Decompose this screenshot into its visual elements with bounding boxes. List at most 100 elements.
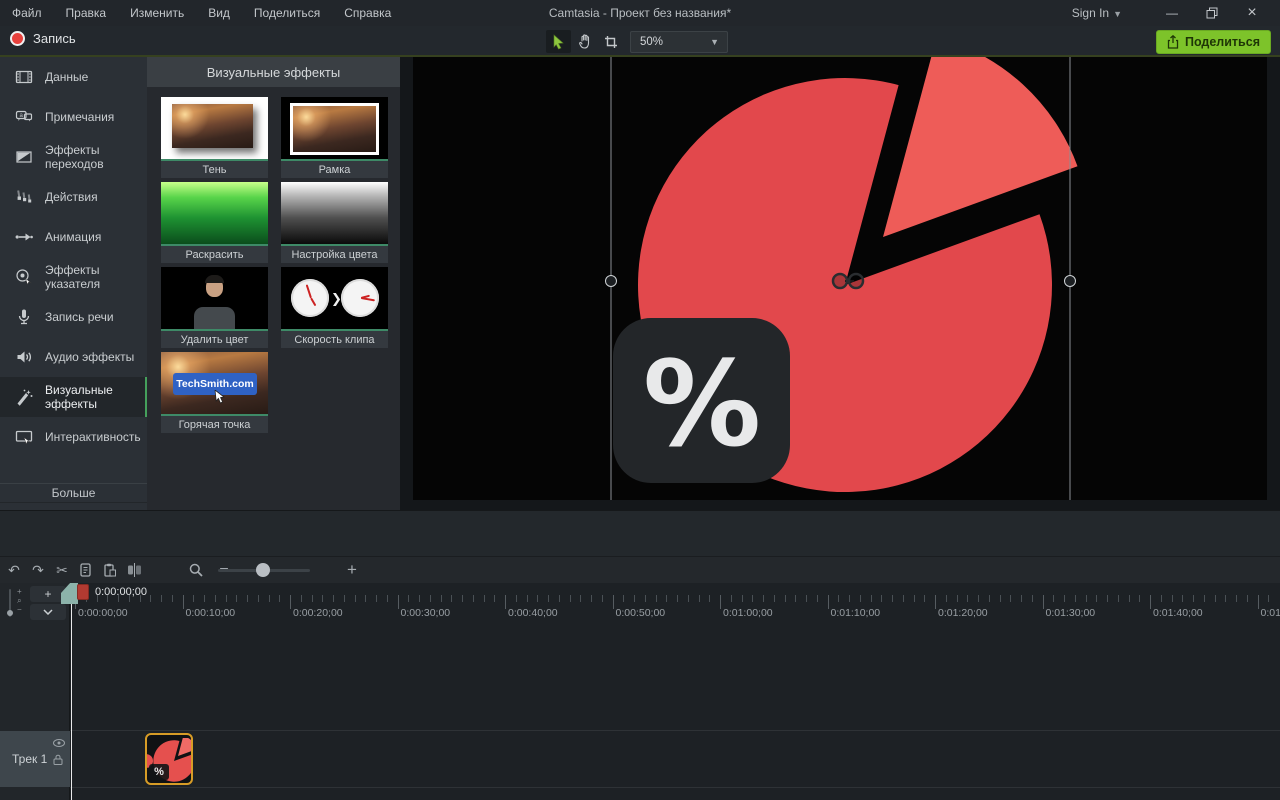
- ruler-tick: [742, 595, 743, 602]
- sign-in-button[interactable]: Sign In▼: [1072, 6, 1122, 20]
- record-button[interactable]: Запись: [10, 31, 76, 46]
- pan-tool-button[interactable]: [572, 30, 597, 53]
- ruler-tick: [978, 595, 979, 602]
- sidebar-item-voice-narration[interactable]: Запись речи: [0, 297, 147, 337]
- effect-tile-coloradjust[interactable]: Настройка цвета: [281, 182, 388, 263]
- animations-icon: [14, 227, 34, 247]
- ruler-tick: [989, 595, 990, 602]
- sidebar-item-animations[interactable]: Анимация: [0, 217, 147, 257]
- sidebar-item-visual-effects[interactable]: Визуальные эффекты: [0, 377, 147, 417]
- share-button[interactable]: Поделиться: [1156, 30, 1271, 54]
- cut-button[interactable]: ✂: [50, 559, 74, 581]
- selection-right-handle[interactable]: [1065, 276, 1076, 287]
- menu-item[interactable]: Поделиться: [254, 6, 320, 20]
- paste-button[interactable]: [98, 559, 122, 581]
- canvas-zoom-dropdown[interactable]: 50% ▼: [630, 31, 728, 53]
- playhead-marker[interactable]: [77, 584, 89, 600]
- ruler-tick: [795, 595, 796, 602]
- ruler-tick: [1075, 595, 1076, 602]
- effect-thumbnail: ❯: [281, 267, 388, 331]
- ruler-tick: [441, 595, 442, 602]
- redo-button[interactable]: ↷: [26, 559, 50, 581]
- copy-button[interactable]: [74, 559, 98, 581]
- collapse-tracks-button[interactable]: [30, 604, 66, 620]
- ruler-tick: [677, 595, 678, 602]
- sidebar-item-audio-effects[interactable]: Аудио эффекты: [0, 337, 147, 377]
- menu-item[interactable]: Вид: [208, 6, 230, 20]
- track-lock-icon[interactable]: [53, 754, 63, 765]
- track-divider: [70, 787, 1280, 788]
- ruler-tick: [1043, 595, 1044, 609]
- playhead-line[interactable]: [71, 583, 72, 800]
- ruler-tick: [752, 595, 753, 602]
- sidebar-item-label: Примечания: [45, 110, 114, 124]
- effect-tile-frame[interactable]: Рамка: [281, 97, 388, 178]
- sidebar-more-button[interactable]: Больше: [0, 483, 147, 503]
- effect-tile-shadow[interactable]: Тень: [161, 97, 268, 178]
- menu-items: Файл Правка Изменить Вид Поделиться Справка: [0, 6, 391, 20]
- split-icon: [127, 563, 142, 577]
- sidebar-item-label: Эффекты указателя: [45, 263, 147, 291]
- menu-item[interactable]: Справка: [344, 6, 391, 20]
- center-anchor-handle[interactable]: [849, 274, 863, 288]
- sidebar-item-behaviors[interactable]: Действия: [0, 177, 147, 217]
- ruler-tick: [1053, 595, 1054, 602]
- media-icon: [14, 67, 34, 87]
- ruler-tick: [183, 595, 184, 609]
- menu-item[interactable]: Файл: [12, 6, 42, 20]
- ruler-tick: [946, 595, 947, 602]
- ruler-tick: [623, 595, 624, 602]
- copy-icon: [79, 563, 93, 577]
- track-visibility-eye-icon[interactable]: [53, 739, 65, 747]
- ruler-time-label: 0:01:50;00: [1261, 607, 1280, 619]
- voice-narration-icon: [14, 307, 34, 327]
- split-button[interactable]: [122, 559, 146, 581]
- audio-effects-icon: [14, 347, 34, 367]
- sidebar-item-annotations[interactable]: aПримечания: [0, 97, 147, 137]
- sidebar-item-cursor-effects[interactable]: Эффекты указателя: [0, 257, 147, 297]
- ruler-tick: [828, 595, 829, 609]
- selection-left-handle[interactable]: [606, 276, 617, 287]
- track-header[interactable]: Трек 1: [0, 731, 70, 787]
- rotation-handle[interactable]: [833, 274, 847, 288]
- menu-item[interactable]: Изменить: [130, 6, 184, 20]
- track-zoom-mini[interactable]: +⌕−: [17, 587, 22, 614]
- ruler-time-label: 0:00:00;00: [78, 607, 128, 619]
- ruler-tick: [559, 595, 560, 602]
- sidebar-item-transitions[interactable]: Эффекты переходов: [0, 137, 147, 177]
- ruler-tick: [398, 595, 399, 609]
- effect-tile-removecolor[interactable]: Удалить цвет: [161, 267, 268, 348]
- timeline-zoom-button[interactable]: [184, 559, 208, 581]
- restore-button[interactable]: [1192, 0, 1232, 26]
- pie-chart-media[interactable]: %: [413, 57, 1267, 500]
- sidebar-item-media[interactable]: Данные: [0, 57, 147, 97]
- select-tool-button[interactable]: [546, 30, 571, 53]
- ruler-tick: [838, 595, 839, 602]
- ruler-tick: [871, 595, 872, 602]
- timeline-zoom-handle[interactable]: [256, 563, 270, 577]
- minimize-button[interactable]: —: [1152, 0, 1192, 26]
- ruler-tick: [699, 595, 700, 602]
- transitions-icon: [14, 147, 34, 167]
- undo-button[interactable]: ↶: [2, 559, 26, 581]
- canvas-stage[interactable]: %: [413, 57, 1267, 500]
- playhead-in-marker[interactable]: [61, 583, 78, 604]
- ruler-tick: [849, 595, 850, 602]
- timeline-zoom-in-button[interactable]: +: [340, 559, 364, 581]
- sidebar-item-interactivity[interactable]: Интерактивность: [0, 417, 147, 457]
- ruler-tick: [344, 595, 345, 602]
- effect-tile-clipspeed[interactable]: ❯Скорость клипа: [281, 267, 388, 348]
- timeline-tracks-area[interactable]: 0:00:00;000:00:10;000:00:20;000:00:30;00…: [70, 583, 1280, 800]
- crop-tool-button[interactable]: [598, 30, 623, 53]
- ruler-tick: [387, 595, 388, 602]
- timeline-clip[interactable]: %: [145, 733, 193, 785]
- sidebar-item-label: Анимация: [45, 230, 101, 244]
- close-button[interactable]: ×: [1232, 0, 1272, 26]
- track-divider: [70, 730, 1280, 731]
- effect-tile-colorize[interactable]: Раскрасить: [161, 182, 268, 263]
- pie-pulled-slice[interactable]: [883, 57, 1078, 237]
- effect-thumbnail: [281, 182, 388, 246]
- ruler-tick: [634, 595, 635, 602]
- menu-item[interactable]: Правка: [66, 6, 107, 20]
- track-height-handle[interactable]: [7, 610, 13, 616]
